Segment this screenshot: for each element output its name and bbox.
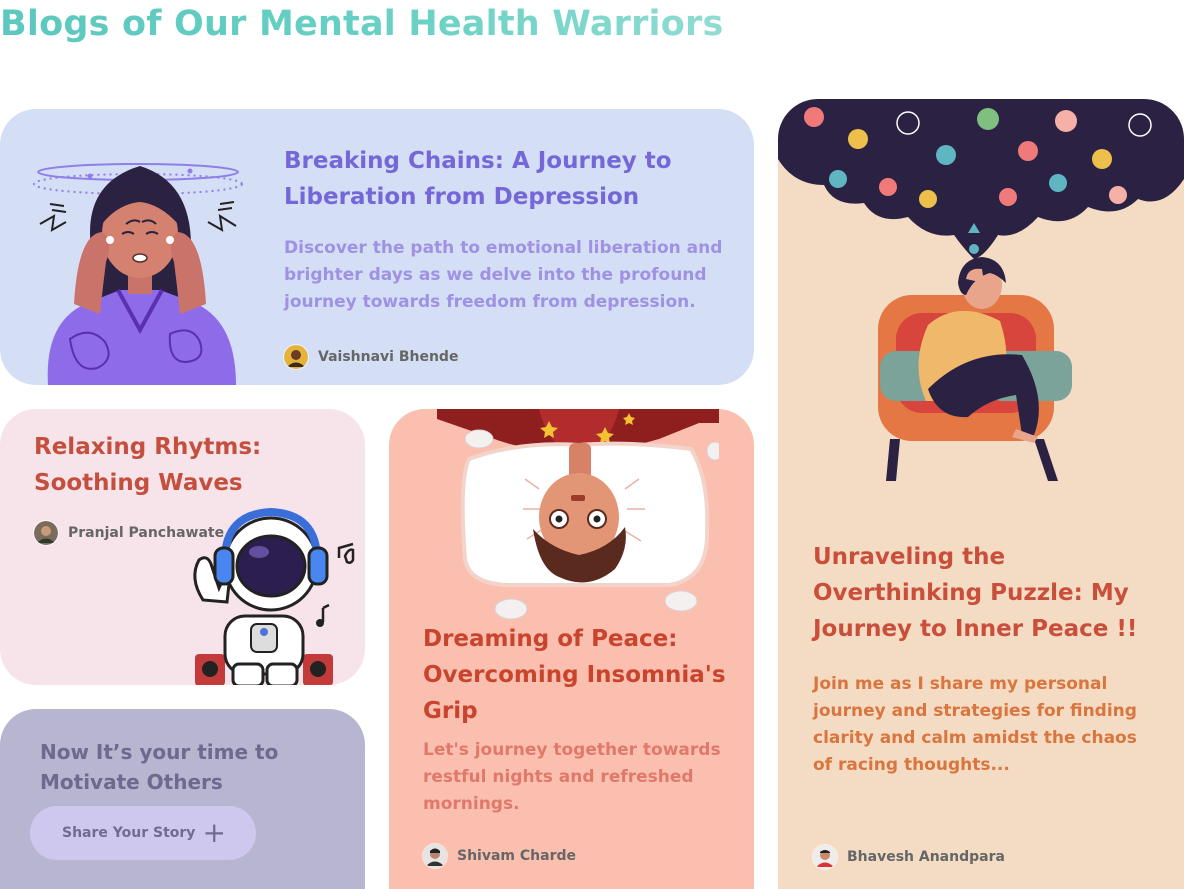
stressed-woman-illustration [33, 163, 243, 385]
card-description: Join me as I share my personal journey a… [813, 674, 1137, 775]
card-description: Discover the path to emotional liberatio… [284, 238, 723, 312]
share-button-label: Share Your Story [62, 825, 196, 841]
blog-card-music[interactable]: Relaxing Rhytms: Soothing Waves Pranjal … [0, 409, 365, 685]
blog-card-depression[interactable]: Breaking Chains: A Journey to Liberation… [0, 109, 754, 385]
author-name[interactable]: Shivam Charde [457, 848, 576, 864]
card-title[interactable]: Breaking Chains: A Journey to Liberation… [284, 143, 724, 215]
card-title[interactable]: Unraveling the Overthinking Puzzle: My J… [813, 539, 1153, 647]
author-name[interactable]: Vaishnavi Bhende [318, 349, 458, 365]
avatar [423, 844, 447, 868]
card-description: Let's journey together towards restful n… [423, 740, 721, 814]
card-title[interactable]: Dreaming of Peace: Overcoming Insomnia's… [423, 621, 733, 729]
plus-icon: + [202, 816, 226, 849]
sleepless-person-illustration [437, 409, 719, 620]
avatar [284, 345, 308, 369]
astronaut-headphones-illustration [193, 507, 355, 685]
blog-card-overthinking[interactable]: Unraveling the Overthinking Puzzle: My J… [778, 99, 1184, 889]
page-title: Blogs of Our Mental Health Warriors [0, 4, 724, 44]
card-title[interactable]: Relaxing Rhytms: Soothing Waves [34, 429, 334, 501]
share-story-card: Now It’s your time to Motivate Others Sh… [0, 709, 365, 889]
avatar [813, 845, 837, 869]
author[interactable]: Shivam Charde [423, 844, 576, 868]
author[interactable]: Vaishnavi Bhende [284, 345, 458, 369]
share-your-story-button[interactable]: Share Your Story + [30, 806, 256, 860]
avatar [34, 521, 58, 545]
blog-card-insomnia[interactable]: Dreaming of Peace: Overcoming Insomnia's… [389, 409, 754, 889]
author-name[interactable]: Bhavesh Anandpara [847, 849, 1005, 865]
author[interactable]: Bhavesh Anandpara [813, 845, 1005, 869]
cta-heading: Now It’s your time to Motivate Others [40, 740, 279, 794]
overthinking-woman-illustration [778, 99, 1184, 481]
